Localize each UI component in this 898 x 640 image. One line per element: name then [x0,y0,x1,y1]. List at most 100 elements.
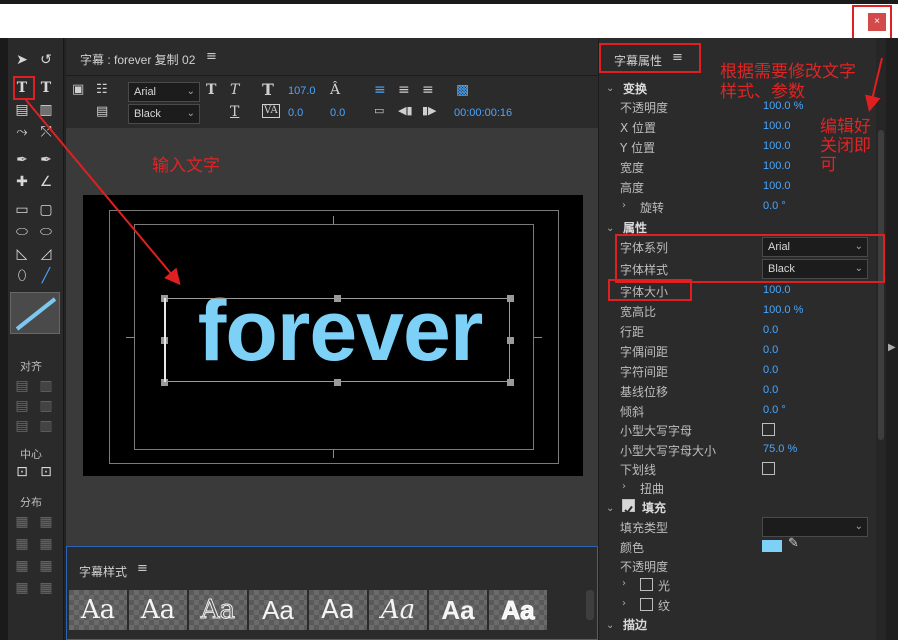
distribute-top-icon[interactable]: ▦ [36,512,56,532]
ellipse-tool-icon[interactable]: ⬯ [12,266,32,286]
sheen-checkbox[interactable] [640,578,653,591]
next-frame-icon[interactable]: ▮▶ [422,104,437,117]
align-right-text-icon[interactable]: ≡ [422,82,434,98]
rectangle-tool-icon[interactable]: ▭ [12,200,32,220]
leading-value[interactable]: 0.0 [330,107,345,119]
leading-prop-value[interactable]: 0.0 [763,324,778,336]
italic-icon[interactable]: T [230,82,239,98]
prev-frame-icon[interactable]: ◀▮ [398,104,413,117]
collapse-arrow-icon[interactable]: ⌄ [606,503,614,514]
collapse-arrow-icon[interactable]: ⌄ [606,223,614,234]
distribute-vertical-icon[interactable]: ▦ [36,578,56,598]
rotate-tool-icon[interactable]: ↺ [36,50,56,70]
resize-handle-mr[interactable] [507,337,514,344]
arc-tool-icon[interactable]: ◿ [36,244,56,264]
underline-icon[interactable]: T [230,104,239,120]
font-size-value[interactable]: 107.0 [288,85,316,97]
height-value[interactable]: 100.0 [763,180,791,192]
fill-type-select[interactable]: ⌄ [762,517,868,537]
transform-section[interactable]: 变换 [623,80,647,97]
add-anchor-tool-icon[interactable]: ✚ [12,172,32,192]
delete-anchor-tool-icon[interactable]: ✒ [36,150,56,170]
distribute-bottom-icon[interactable]: ▦ [36,556,56,576]
align-bottom-icon[interactable]: ▥ [36,416,56,436]
path-type-tool-icon[interactable]: ⤳ [12,122,32,142]
distribute-horizontal-icon[interactable]: ▦ [12,578,32,598]
tab-stops-icon[interactable]: ☷ [96,82,108,97]
expand-arrow-icon[interactable]: › [622,200,626,211]
rotation-value[interactable]: 0.0 ° [763,200,786,212]
collapse-arrow-icon[interactable]: ⌄ [606,83,614,94]
font-family-dropdown[interactable]: Arial ⌄ [128,82,200,102]
style-swatch-8[interactable]: Aa [489,590,547,630]
clipped-rectangle-tool-icon[interactable]: ⬭ [12,222,32,242]
resize-handle-bc[interactable] [334,379,341,386]
distribute-center-icon[interactable]: ▦ [12,534,32,554]
aspect-value[interactable]: 100.0 % [763,304,803,316]
selection-tool-icon[interactable]: ➤ [12,50,32,70]
props-scrollbar-thumb[interactable] [878,130,884,440]
collapse-arrow-icon[interactable]: ⌄ [606,620,614,631]
small-caps-size-value[interactable]: 75.0 % [763,443,797,455]
resize-handle-tr[interactable] [507,295,514,302]
align-top-icon[interactable]: ▥ [36,376,56,396]
stroke-section[interactable]: 描边 [623,616,647,633]
resize-handle-tc[interactable] [334,295,341,302]
template-icon[interactable]: ▤ [96,104,108,119]
pen-tool-icon[interactable]: ✒ [12,150,32,170]
timecode-value[interactable]: 00:00:00:16 [454,107,512,119]
y-position-value[interactable]: 100.0 [763,140,791,152]
kerning-value[interactable]: 0.0 [288,107,303,119]
small-caps-checkbox[interactable] [762,423,775,436]
rounded-rectangle-tool-icon[interactable]: ▢ [36,200,56,220]
center-horizontal-icon[interactable]: ⊡ [12,462,32,482]
font-size-prop-value[interactable]: 100.0 [763,284,791,296]
fill-checkbox[interactable] [622,499,635,515]
align-left-text-icon[interactable]: ≡ [374,82,386,98]
tracking-value[interactable]: 0.0 [763,364,778,376]
fill-color-swatch[interactable] [762,540,782,552]
width-value[interactable]: 100.0 [763,160,791,172]
roll-crawl-icon[interactable]: ▣ [72,82,84,97]
style-swatch-6[interactable]: Aa [369,590,427,630]
text-bounding-box[interactable] [164,298,510,382]
fill-section[interactable]: 填充 [642,499,666,516]
style-swatch-1[interactable]: Aa [69,590,127,630]
align-center-icon[interactable]: ▤ [12,396,32,416]
rounded-corner-tool-icon[interactable]: ⬭ [36,222,56,242]
x-position-value[interactable]: 100.0 [763,120,791,132]
expand-arrow-icon[interactable]: ▶ [888,342,896,353]
slant-value[interactable]: 0.0 ° [763,404,786,416]
distribute-left-icon[interactable]: ▦ [12,512,32,532]
align-middle-icon[interactable]: ▥ [36,396,56,416]
style-swatch-3[interactable]: Aa [189,590,247,630]
wedge-tool-icon[interactable]: ◺ [12,244,32,264]
underline-checkbox[interactable] [762,462,775,475]
kerning-prop-value[interactable]: 0.0 [763,344,778,356]
font-style-dropdown[interactable]: Black ⌄ [128,104,200,124]
video-background-icon[interactable]: ▩ [456,82,469,98]
distribute-middle-icon[interactable]: ▦ [36,534,56,554]
align-left-icon[interactable]: ▤ [12,376,32,396]
style-swatch-2[interactable]: Aa [129,590,187,630]
vertical-path-type-tool-icon[interactable]: ⤲ [36,122,56,142]
style-swatch-7[interactable]: Aa [429,590,487,630]
distribute-right-icon[interactable]: ▦ [12,556,32,576]
titler-menu-icon[interactable]: ≡ [206,49,217,64]
center-vertical-icon[interactable]: ⊡ [36,462,56,482]
align-center-text-icon[interactable]: ≡ [398,82,410,98]
align-right-icon[interactable]: ▤ [12,416,32,436]
style-swatch-4[interactable]: Aa [249,590,307,630]
texture-checkbox[interactable] [640,598,653,611]
vertical-type-tool-icon[interactable]: T [36,78,56,98]
line-tool-icon[interactable]: ╱ [36,266,56,286]
baseline-value[interactable]: 0.0 [763,384,778,396]
styles-menu-icon[interactable]: ≡ [137,561,148,576]
area-type-tool-icon[interactable]: ▤ [12,100,32,120]
eyedropper-icon[interactable]: ✎ [788,536,799,551]
vertical-area-type-tool-icon[interactable]: ▥ [36,100,56,120]
expand-arrow-icon[interactable]: › [622,578,626,589]
expand-arrow-icon[interactable]: › [622,598,626,609]
styles-scrollbar[interactable] [586,590,594,620]
resize-handle-br[interactable] [507,379,514,386]
